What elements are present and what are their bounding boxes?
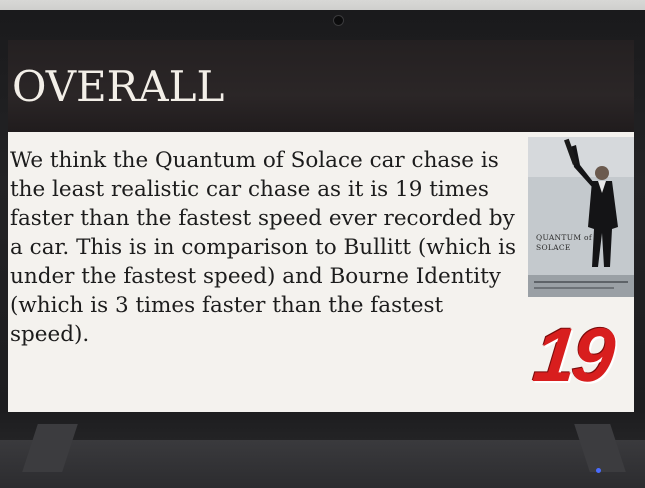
number-badge: 19: [529, 313, 616, 398]
slide-title: OVERALL: [12, 62, 225, 111]
movie-poster-image: QUANTUM of SOLACE: [528, 137, 634, 297]
power-led-icon: [596, 468, 601, 473]
desk-surface: [0, 440, 645, 488]
presentation-slide: OVERALL We think the Quantum of Solace c…: [8, 40, 634, 412]
webcam-icon: [333, 15, 344, 26]
slide-title-band: OVERALL: [8, 40, 634, 132]
slide-body-text: We think the Quantum of Solace car chase…: [10, 148, 517, 347]
poster-figure-icon: [528, 137, 634, 297]
poster-title: QUANTUM of SOLACE: [536, 233, 592, 252]
